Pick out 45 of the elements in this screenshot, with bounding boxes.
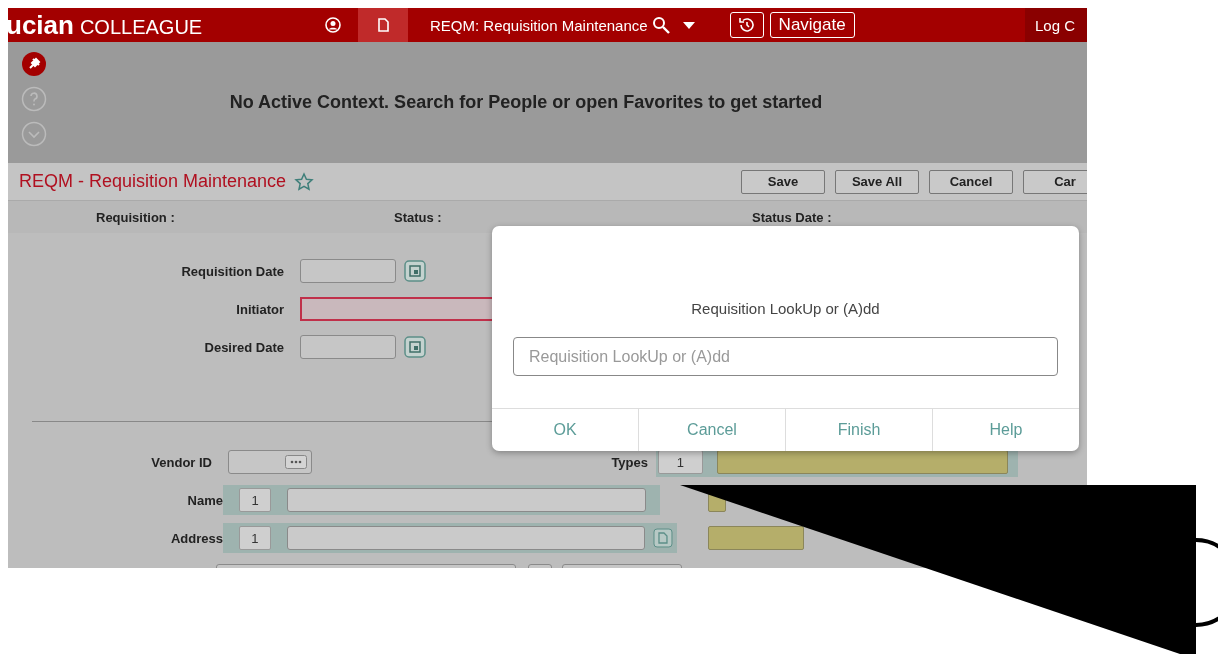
types-description-field[interactable] (716, 450, 1008, 474)
date-field[interactable] (300, 259, 396, 283)
search-icon[interactable] (651, 16, 670, 34)
name-index-field[interactable]: 1 (239, 488, 271, 512)
context-message: No Active Context. Search for People or open Favorites to get started (229, 92, 823, 112)
person-icon (325, 17, 341, 33)
calendar-icon[interactable] (404, 260, 426, 282)
brand-logo: ucian (8, 9, 74, 41)
types-field[interactable]: 1 (658, 450, 703, 474)
log-out-link[interactable]: Log C (1025, 8, 1087, 42)
toolbar-button[interactable]: Car (1023, 169, 1087, 194)
vendor-id-field[interactable] (228, 450, 312, 474)
info-label: Status : (394, 209, 443, 225)
form-title: REQM - Requisition Maintenance (19, 171, 287, 192)
document-icon (375, 17, 391, 33)
field-label: Requisition Date (180, 263, 284, 279)
pin-icon[interactable] (21, 51, 47, 77)
date-field[interactable] (300, 335, 396, 359)
field-label: Types (610, 454, 648, 470)
field-label: Name (186, 492, 223, 508)
address-index-field[interactable]: 1 (239, 526, 271, 550)
document-tab[interactable] (358, 8, 408, 42)
history-button[interactable] (729, 12, 764, 38)
brand-name: COLLEAGUE (79, 15, 203, 39)
dialog-prompt: Requisition LookUp or (A)dd (690, 300, 881, 317)
star-icon[interactable] (294, 171, 315, 192)
lookup-input[interactable]: Requisition LookUp or (A)dd (513, 337, 1058, 376)
name-field[interactable] (287, 488, 646, 512)
document-icon[interactable] (653, 528, 673, 548)
info-label: Status Date : (752, 209, 832, 225)
calendar-icon[interactable] (404, 336, 426, 358)
address-extra-field[interactable] (708, 526, 804, 550)
field-label: Address (169, 530, 223, 546)
field-label: Vendor ID (150, 454, 212, 470)
toolbar-button[interactable]: Save All (835, 169, 919, 194)
field-label: Desired Date (203, 339, 284, 355)
info-label: Requisition : (96, 209, 176, 225)
toolbar-button[interactable]: Save (741, 169, 825, 194)
toolbar-button[interactable]: Cancel (929, 169, 1013, 194)
history-icon (737, 16, 756, 34)
address-field[interactable] (286, 526, 646, 550)
current-form-label: REQM: Requisition Maintenance (430, 16, 648, 34)
field-label: Initiator (235, 301, 284, 317)
more-icon[interactable] (285, 455, 307, 469)
navigate-button[interactable]: Navigate (769, 12, 855, 38)
